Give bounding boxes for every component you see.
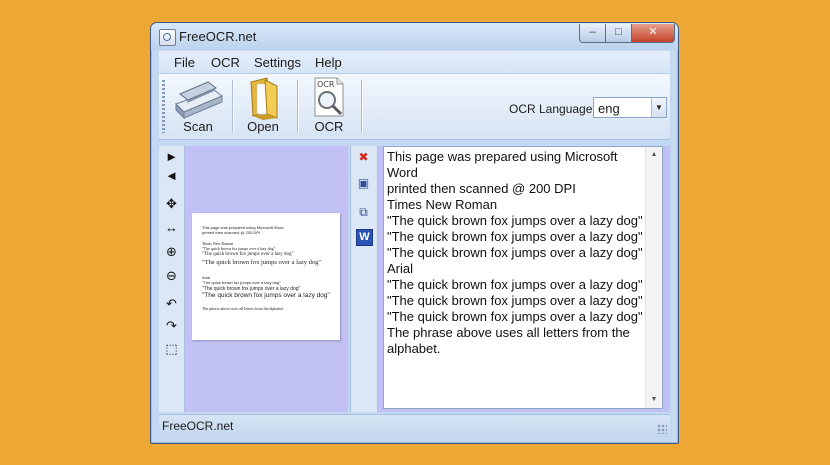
close-button[interactable]: ✕ <box>631 24 675 43</box>
menu-ocr[interactable]: OCR <box>211 55 240 70</box>
chevron-down-icon[interactable]: ▼ <box>651 98 666 117</box>
maximize-icon: □ <box>615 26 622 38</box>
app-icon <box>159 29 176 46</box>
toolbar: Scan Open OCR OCR OCR Language eng ▼ <box>159 73 670 140</box>
ocr-language-select[interactable]: eng ▼ <box>593 97 667 118</box>
open-label: Open <box>247 119 279 134</box>
copy-icon[interactable]: ⧉ <box>356 205 371 220</box>
preview-line: "The quick brown fox jumps over a lazy d… <box>202 280 281 285</box>
status-text: FreeOCR.net <box>162 419 234 433</box>
ocr-result-textarea[interactable]: This page was prepared using Microsoft W… <box>383 146 663 409</box>
ocr-result-line: "The quick brown fox jumps over a lazy d… <box>387 213 643 228</box>
ocr-result-line: This page was prepared using Microsoft <box>387 149 618 164</box>
vertical-scrollbar[interactable]: ▲ ▼ <box>645 147 662 408</box>
ocr-result-line: "The quick brown fox jumps over a lazy d… <box>387 229 643 244</box>
preview-line: "The quick brown fox jumps over a lazy d… <box>202 252 294 257</box>
rotate-right-icon[interactable]: ↷ <box>159 316 184 336</box>
next-page-icon[interactable]: ► <box>159 147 184 167</box>
ocr-result-line: alphabet. <box>387 341 441 356</box>
ocr-result-line: The phrase above uses all letters from t… <box>387 325 630 340</box>
preview-line: printed then scanned @ 200 DPI <box>202 230 261 235</box>
maximize-button[interactable]: □ <box>605 24 632 43</box>
ocr-result-line: "The quick brown fox jumps over a lazy d… <box>387 245 643 260</box>
move-icon[interactable]: ✥ <box>159 194 184 214</box>
image-preview-pane[interactable]: This page was prepared using Microsoft W… <box>185 146 348 412</box>
save-icon[interactable]: ▣ <box>356 176 371 191</box>
previous-page-icon[interactable]: ◄ <box>159 166 184 186</box>
scroll-up-icon[interactable]: ▲ <box>646 148 662 162</box>
preview-line: "The quick brown fox jumps over a lazy d… <box>202 292 330 299</box>
ocr-result-line: "The quick brown fox jumps over a lazy d… <box>387 309 643 324</box>
preview-line: "The quick brown fox jumps over a lazy d… <box>202 259 322 266</box>
preview-line: The phrase above uses all letters from t… <box>202 306 285 311</box>
app-window: FreeOCR.net – □ ✕ File OCR Settings Help… <box>150 22 679 444</box>
window-title: FreeOCR.net <box>179 29 257 44</box>
status-bar: FreeOCR.net <box>159 414 670 437</box>
clear-icon[interactable]: ✖ <box>356 150 371 165</box>
menu-settings[interactable]: Settings <box>254 55 301 70</box>
scanner-icon <box>175 81 223 120</box>
ocr-button[interactable]: OCR OCR <box>299 76 359 136</box>
word-icon[interactable]: W <box>356 229 373 246</box>
close-icon: ✕ <box>648 26 658 38</box>
scan-label: Scan <box>183 119 213 134</box>
scan-button[interactable]: Scan <box>168 76 228 136</box>
image-tools-bar: ► ◄ ✥ ↔ ⊕ ⊖ ↶ ↷ ⬚ <box>159 146 185 412</box>
preview-line: "The quick brown fox jumps over a lazy d… <box>202 246 276 251</box>
menu-help[interactable]: Help <box>315 55 342 70</box>
zoom-in-icon[interactable]: ⊕ <box>159 242 184 262</box>
toolbar-separator <box>361 80 362 132</box>
ocr-label: OCR <box>314 119 344 134</box>
minimize-button[interactable]: – <box>579 24 606 43</box>
scroll-down-icon[interactable]: ▼ <box>646 393 662 407</box>
ocr-result-line: Word <box>387 165 418 180</box>
text-tools-bar: ✖ ▣ ⧉ W <box>350 146 378 412</box>
folder-icon <box>250 77 278 120</box>
ocr-result-pane: This page was prepared using Microsoft W… <box>378 146 670 412</box>
ocr-magnifier-icon: OCR <box>314 77 344 117</box>
minimize-icon: – <box>589 26 596 38</box>
ocr-result-line: Times New Roman <box>387 197 498 212</box>
ocr-language-label: OCR Language <box>509 102 593 116</box>
resize-grip-icon[interactable] <box>657 424 667 434</box>
ocr-result-line: "The quick brown fox jumps over a lazy d… <box>387 293 643 308</box>
toolbar-grip[interactable] <box>162 80 165 133</box>
select-area-icon[interactable]: ⬚ <box>159 339 184 359</box>
ocr-language-value: eng <box>598 101 620 116</box>
toolbar-separator <box>297 80 298 132</box>
open-button[interactable]: Open <box>233 76 293 136</box>
zoom-out-icon[interactable]: ⊖ <box>159 266 184 286</box>
ocr-result-line: Arial <box>387 261 414 276</box>
menu-bar: File OCR Settings Help <box>159 51 670 73</box>
scanned-page-thumbnail[interactable]: This page was prepared using Microsoft W… <box>192 213 340 340</box>
ocr-result-line: printed then scanned @ 200 DPI <box>387 181 576 196</box>
menu-file[interactable]: File <box>174 55 195 70</box>
rotate-left-icon[interactable]: ↶ <box>159 294 184 314</box>
ocr-icon-text: OCR <box>317 80 335 89</box>
title-bar[interactable]: FreeOCR.net – □ ✕ <box>151 23 678 50</box>
ocr-result-line: "The quick brown fox jumps over a lazy d… <box>387 277 643 292</box>
fit-width-icon[interactable]: ↔ <box>159 218 184 238</box>
